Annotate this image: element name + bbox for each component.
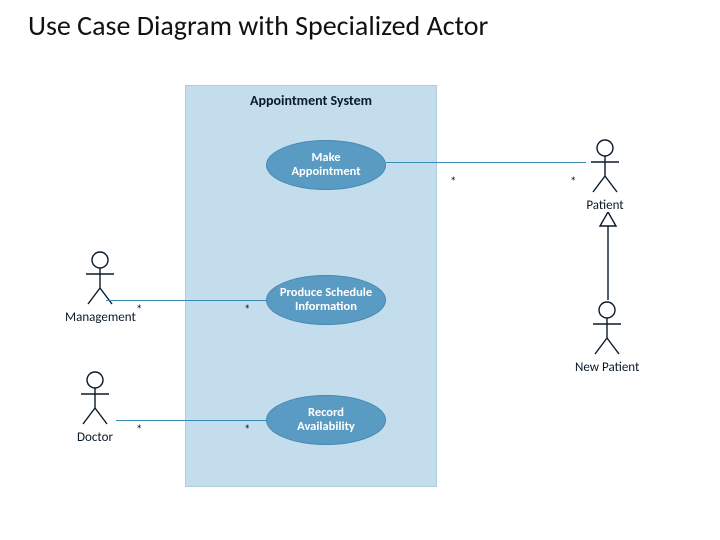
usecase-label: Produce Schedule Information — [280, 286, 372, 315]
usecase-record-availability: Record Availability — [266, 395, 386, 445]
association-line — [106, 300, 266, 301]
actor-new-patient: New Patient — [575, 300, 639, 375]
usecase-label: Record Availability — [297, 406, 355, 435]
stick-figure-icon — [75, 370, 115, 428]
usecase-produce-schedule-information: Produce Schedule Information — [266, 275, 386, 325]
multiplicity: * — [244, 423, 250, 438]
actor-label: Patient — [585, 198, 625, 213]
actor-patient: Patient — [585, 138, 625, 213]
multiplicity: * — [136, 303, 142, 318]
system-name: Appointment System — [186, 92, 436, 109]
actor-doctor: Doctor — [75, 370, 115, 445]
actor-label: New Patient — [575, 360, 639, 375]
actor-label: Management — [65, 310, 136, 325]
usecase-label: Make Appointment — [291, 151, 360, 180]
actor-management: Management — [65, 250, 136, 325]
stick-figure-icon — [587, 300, 627, 358]
multiplicity: * — [450, 175, 456, 190]
association-line — [386, 162, 586, 163]
multiplicity: * — [244, 303, 250, 318]
stick-figure-icon — [585, 138, 625, 196]
usecase-make-appointment: Make Appointment — [266, 140, 386, 190]
generalization-arrow — [598, 212, 618, 302]
association-line — [116, 420, 266, 421]
multiplicity: * — [570, 175, 576, 190]
page-title: Use Case Diagram with Specialized Actor — [28, 8, 488, 43]
actor-label: Doctor — [75, 430, 115, 445]
multiplicity: * — [136, 423, 142, 438]
